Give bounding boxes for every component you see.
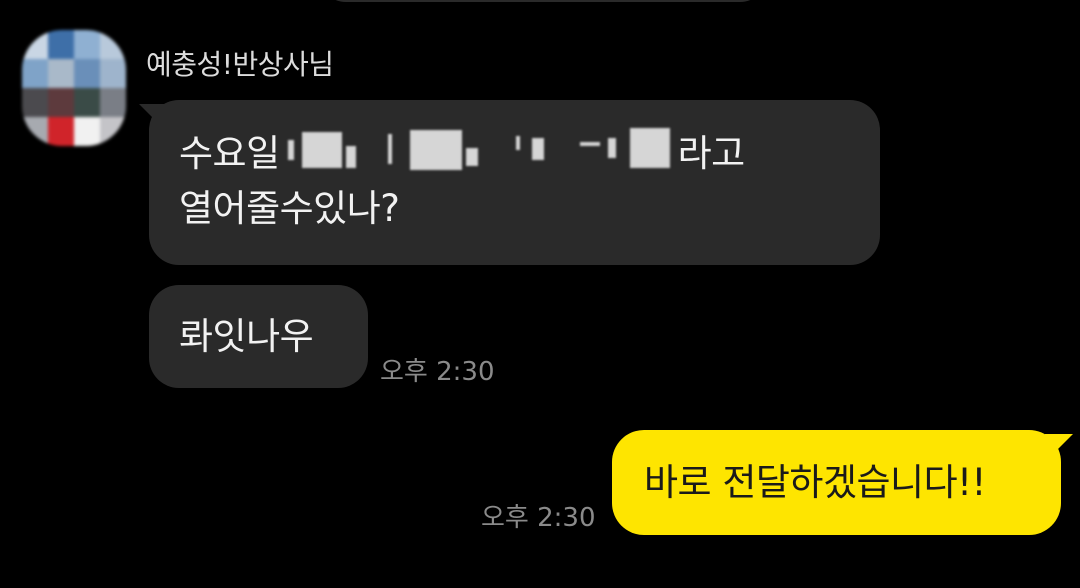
message-text: 바로 전달하겠습니다!! bbox=[644, 461, 986, 504]
incoming-message-bubble[interactable]: 롸잇나우 bbox=[149, 285, 368, 388]
message-line-1: 수요일 라고 bbox=[179, 126, 850, 181]
message-timestamp: 오후 2:30 bbox=[380, 357, 495, 387]
message-text-start: 수요일 bbox=[179, 132, 280, 175]
previous-message-bubble[interactable] bbox=[318, 0, 768, 2]
message-timestamp: 오후 2:30 bbox=[481, 503, 596, 533]
message-text-end: 라고 bbox=[677, 132, 746, 175]
incoming-message-bubble[interactable]: 수요일 라고 열어줄수있나? bbox=[149, 100, 880, 265]
message-line-2: 열어줄수있나? bbox=[179, 187, 400, 230]
censored-text-block bbox=[280, 128, 678, 172]
sender-avatar[interactable] bbox=[22, 30, 126, 146]
sender-name: 예충성!반상사님 bbox=[146, 48, 334, 81]
message-text: 롸잇나우 bbox=[179, 315, 314, 358]
outgoing-message-bubble[interactable]: 바로 전달하겠습니다!! bbox=[612, 430, 1061, 535]
